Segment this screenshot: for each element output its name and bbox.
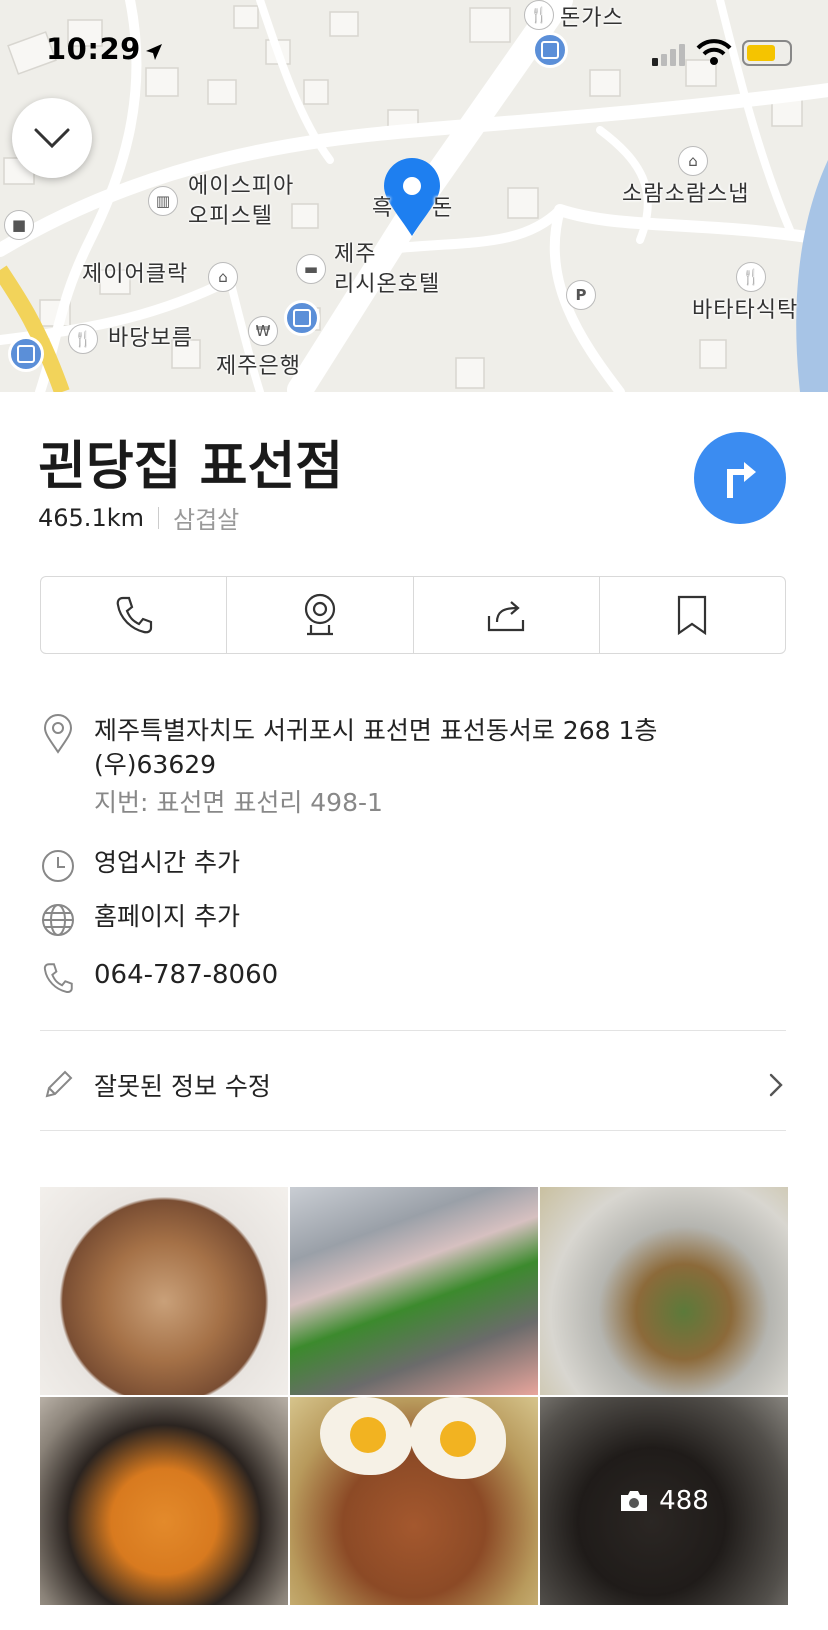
battery-icon: [742, 40, 792, 66]
phone-number-link[interactable]: 064-787-8060: [94, 958, 278, 992]
postal-code: (우)63629: [94, 750, 217, 779]
map-label: 에이스피아: [188, 174, 295, 199]
bank-icon: ₩: [248, 316, 278, 346]
bus-stop-icon[interactable]: [8, 336, 44, 372]
place-name: 괸당집 표선점: [38, 437, 344, 497]
route-button[interactable]: [694, 432, 786, 524]
divider: [40, 1030, 786, 1031]
restaurant-icon: 🍴: [68, 324, 98, 354]
restaurant-icon: 🍴: [736, 262, 766, 292]
place-meta: 465.1km 삼겹살: [38, 500, 239, 535]
add-homepage-link[interactable]: 홈페이지 추가: [94, 900, 240, 934]
distance: 465.1km: [38, 503, 144, 532]
chevron-right-icon: [769, 1073, 783, 1097]
status-bar: 10:29: [0, 24, 828, 74]
clock-icon: [42, 850, 74, 882]
share-button[interactable]: [414, 577, 600, 653]
map-label: 제이어클락: [82, 262, 189, 287]
location-arrow-icon: [146, 44, 162, 60]
map-label: 흑: [372, 196, 394, 221]
action-bar: [40, 576, 786, 654]
separator: [157, 506, 159, 529]
parking-icon: P: [566, 280, 596, 310]
photo-thumbnail[interactable]: [290, 1187, 538, 1395]
photo-count: 488: [659, 1486, 709, 1516]
street-view-icon: [304, 593, 335, 636]
map-label: 바당보름: [108, 326, 193, 351]
bus-stop-icon[interactable]: [284, 300, 320, 336]
bookmark-icon: [678, 595, 707, 636]
map-label: 리시온호텔: [334, 272, 441, 297]
map-label: 소람소람스냅: [622, 182, 750, 207]
map-label: 바타타식탁: [692, 298, 799, 323]
map-label: 오피스텔: [188, 204, 273, 229]
jibun-address: 지번: 표선면 표선리 498-1: [94, 788, 383, 817]
camera-icon: [621, 1491, 648, 1511]
signal-icon: [652, 44, 685, 66]
photo-thumbnail[interactable]: [290, 1397, 538, 1605]
house-icon: ⌂: [678, 146, 708, 176]
phone-icon: [116, 596, 152, 634]
photo-thumbnail[interactable]: [40, 1397, 288, 1605]
route-icon: [727, 462, 756, 498]
share-icon: [488, 601, 525, 632]
photo-thumbnail[interactable]: [40, 1187, 288, 1395]
address-text: 제주특별자치도 서귀포시 표선면 표선동서로 268 1층: [94, 716, 658, 745]
phone-icon: [43, 963, 73, 993]
homepage-row[interactable]: 홈페이지 추가: [40, 900, 240, 940]
building-icon: ▥: [148, 186, 178, 216]
hotel-icon: ▬: [296, 254, 326, 284]
map-label: 제주은행: [216, 354, 301, 379]
map-label: 제주: [334, 242, 377, 267]
collapse-map-button[interactable]: [12, 98, 92, 178]
map-label: 돈: [432, 196, 454, 221]
street-view-button[interactable]: [227, 577, 414, 653]
map-view[interactable]: 돈가스 🍴 에이스피아 오피스텔 ▥ 흑 돈 제주 리시온호텔 ▬ 소람소람스냅…: [0, 0, 828, 392]
add-hours-link[interactable]: 영업시간 추가: [94, 846, 240, 880]
category: 삼겹살: [172, 506, 240, 534]
pin-icon: [43, 714, 73, 754]
pencil-icon: [45, 1070, 73, 1098]
phone-row[interactable]: 064-787-8060: [40, 958, 278, 998]
globe-icon: [42, 904, 74, 936]
address-row: 제주특별자치도 서귀포시 표선면 표선동서로 268 1층 (우)63629 지…: [40, 714, 657, 820]
photo-thumbnail[interactable]: [540, 1187, 788, 1395]
stop-icon: ■: [4, 210, 34, 240]
wifi-icon: [696, 39, 732, 65]
call-button[interactable]: [41, 577, 228, 653]
more-photos-button[interactable]: 488: [540, 1397, 788, 1605]
photo-grid: 488: [40, 1187, 788, 1630]
hours-row[interactable]: 영업시간 추가: [40, 846, 240, 886]
status-time: 10:29: [46, 32, 141, 66]
divider: [40, 1130, 786, 1131]
house-icon: ⌂: [208, 262, 238, 292]
bookmark-button[interactable]: [600, 577, 785, 653]
edit-info-row[interactable]: 잘못된 정보 수정: [40, 1040, 786, 1130]
edit-info-label: 잘못된 정보 수정: [94, 1072, 271, 1101]
chevron-down-icon: [34, 128, 70, 149]
